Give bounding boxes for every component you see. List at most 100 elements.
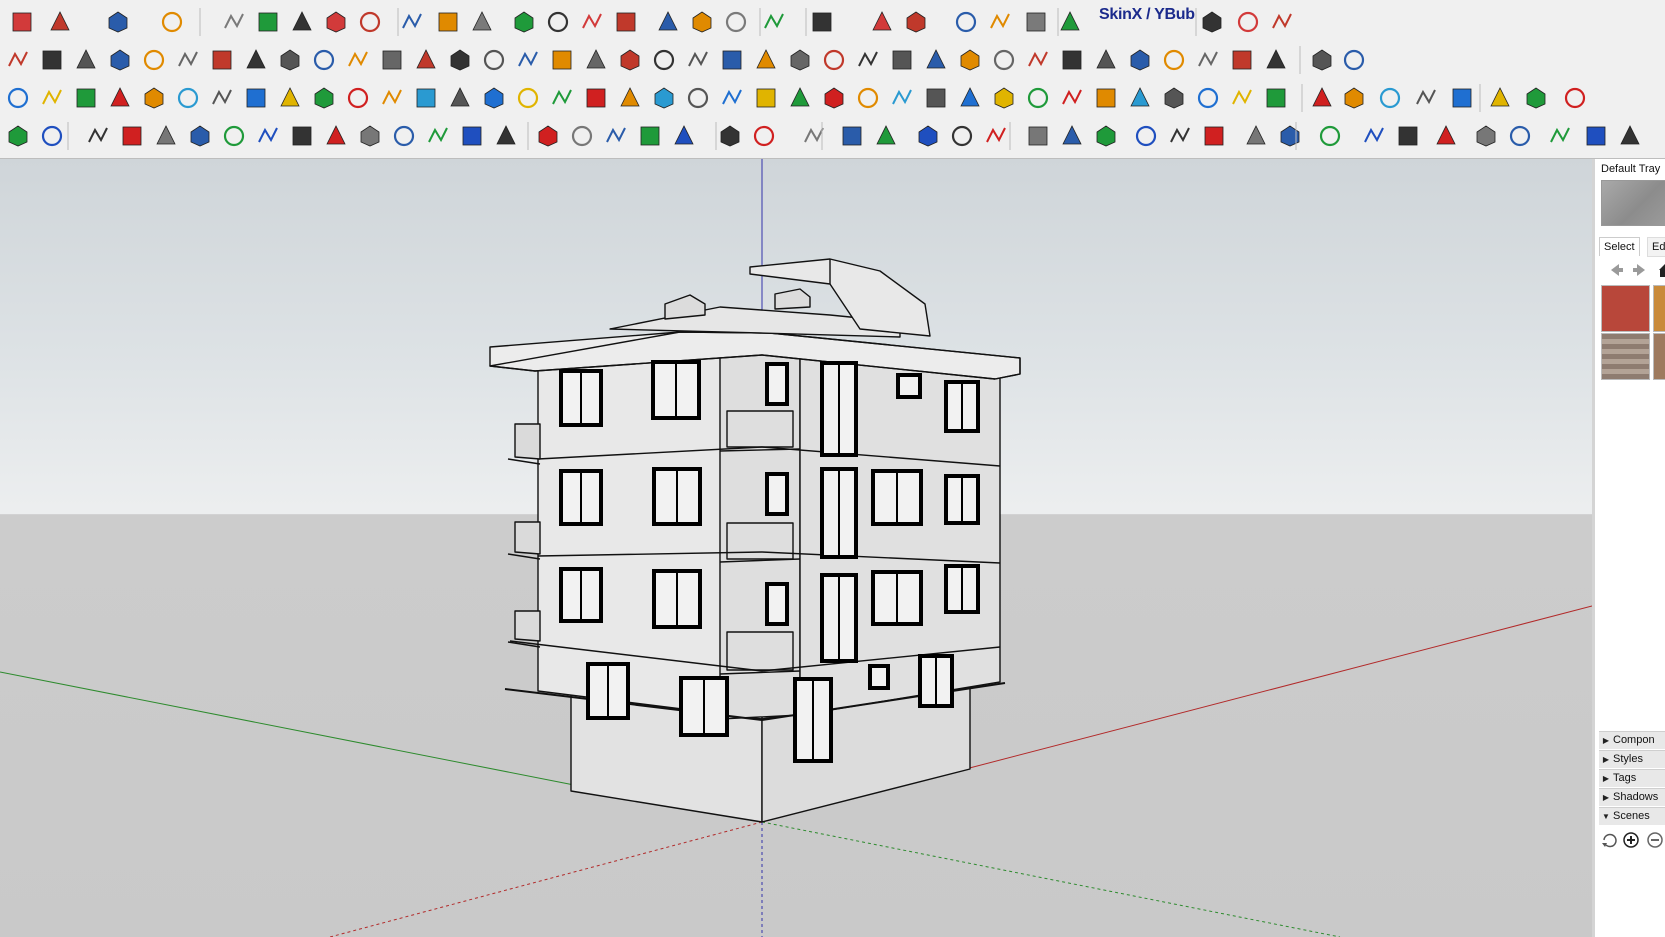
toolbar-icon[interactable] [1170,127,1190,143]
toolbar-icon[interactable] [12,12,32,32]
toolbar-icon[interactable] [7,87,29,109]
tab-edit[interactable]: Edit [1647,237,1665,257]
home-icon[interactable] [1659,264,1665,277]
toolbar-icon[interactable] [790,49,810,71]
toolbar-icon[interactable] [76,49,96,69]
toolbar-icon[interactable] [359,11,381,33]
toolbar-icon[interactable] [393,125,415,147]
toolbar-icon[interactable] [986,127,1006,143]
toolbar-icon[interactable] [1452,88,1472,108]
toolbar-icon[interactable] [1096,125,1116,147]
toolbar-icon[interactable] [842,126,862,146]
toolbar-icon[interactable] [1060,11,1080,31]
toolbar-icon[interactable] [110,87,130,107]
toolbar-icon[interactable] [156,125,176,145]
panel-shadows[interactable]: ▶ Shadows [1599,788,1665,806]
toolbar-icon[interactable] [812,12,832,32]
toolbar-icon[interactable] [994,87,1014,109]
toolbar-icon[interactable] [326,11,346,33]
toolbar-icon[interactable] [1062,50,1082,70]
toolbar-icon[interactable] [1026,12,1046,32]
toolbar-icon[interactable] [918,125,938,147]
toolbar-icon[interactable] [382,89,402,105]
forward-arrow-icon[interactable] [1633,264,1645,276]
toolbar-icon[interactable] [8,51,28,67]
toolbar-icon[interactable] [990,13,1010,29]
toolbar-icon[interactable] [122,126,142,146]
toolbar-icon[interactable] [517,87,539,109]
toolbar-icon[interactable] [926,49,946,69]
toolbar-icon[interactable] [674,125,694,145]
toolbar-icon[interactable] [1436,125,1456,145]
refresh-scene-icon[interactable] [1602,833,1617,848]
toolbar-icon[interactable] [1343,49,1365,71]
toolbar-icon[interactable] [892,89,912,105]
toolbar-icon[interactable] [1398,126,1418,146]
toolbar-icon[interactable] [606,127,626,143]
toolbar-icon[interactable] [586,88,606,108]
toolbar-icon[interactable] [190,125,210,147]
toolbar-icon[interactable] [1197,87,1219,109]
toolbar-icon[interactable] [756,88,776,108]
toolbar-icon[interactable] [1027,87,1049,109]
toolbar-icon[interactable] [1164,87,1184,109]
toolbar-icon[interactable] [582,13,602,29]
toolbar-icon[interactable] [1062,125,1082,145]
toolbar-icon[interactable] [483,49,505,71]
toolbar-icon[interactable] [538,125,558,147]
toolbar-icon[interactable] [552,50,572,70]
toolbar-icon[interactable] [926,88,946,108]
toolbar-icon[interactable] [1028,51,1048,67]
toolbar-icon[interactable] [1062,89,1082,105]
toolbar-icon[interactable] [472,11,492,31]
toolbar-icon[interactable] [692,11,712,33]
toolbar-icon[interactable] [790,87,810,107]
toolbar-icon[interactable] [1266,49,1286,69]
toolbar-icon[interactable] [1237,11,1259,33]
toolbar-icon[interactable] [313,49,335,71]
toolbar-icon[interactable] [688,51,708,67]
toolbar-icon[interactable] [514,11,534,33]
toolbar-icon[interactable] [552,89,572,105]
toolbar-icon[interactable] [725,11,747,33]
toolbar-icon[interactable] [804,127,824,143]
toolbar-row-3-icons[interactable] [0,80,1665,116]
back-arrow-icon[interactable] [1611,264,1623,276]
panel-components[interactable]: ▶ Compon [1599,731,1665,749]
toolbar-icon[interactable] [753,125,775,147]
toolbar-icon[interactable] [955,11,977,33]
toolbar-icon[interactable] [722,89,742,105]
material-swatch-brown[interactable] [1653,333,1665,380]
toolbar-icon[interactable] [428,127,448,143]
toolbar-icon[interactable] [1490,87,1510,107]
toolbar-icon[interactable] [1266,88,1286,108]
toolbar-icon[interactable] [1130,87,1150,107]
toolbar-icon[interactable] [1130,49,1150,71]
toolbar-icon[interactable] [402,13,422,29]
toolbar-icon[interactable] [42,50,62,70]
toolbar-icon[interactable] [1163,49,1185,71]
toolbar-icon[interactable] [484,87,504,109]
toolbar-icon[interactable] [1096,49,1116,69]
toolbar-icon[interactable] [246,88,266,108]
toolbar-icon[interactable] [620,87,640,107]
toolbar-icon[interactable] [347,87,369,109]
toolbar-icon[interactable] [246,49,266,69]
toolbar-icon[interactable] [1509,125,1531,147]
toolbar-icon[interactable] [857,87,879,109]
toolbar-icon[interactable] [360,125,380,147]
toolbar-icon[interactable] [858,51,878,67]
toolbar-icon[interactable] [450,49,470,71]
toolbar-icon[interactable] [653,49,675,71]
panel-styles[interactable]: ▶ Styles [1599,750,1665,768]
toolbar-icon[interactable] [1198,51,1218,67]
toolbar-icon[interactable] [872,11,892,31]
toolbar-icon[interactable] [764,13,784,29]
panel-tags[interactable]: ▶ Tags [1599,769,1665,787]
material-swatch-orange[interactable] [1653,285,1665,332]
panel-scenes[interactable]: ▼ Scenes [1599,807,1665,825]
toolbar-icon[interactable] [1564,87,1586,109]
add-scene-icon[interactable] [1623,832,1639,848]
toolbar-icon[interactable] [382,50,402,70]
toolbar-icon[interactable] [76,88,96,108]
